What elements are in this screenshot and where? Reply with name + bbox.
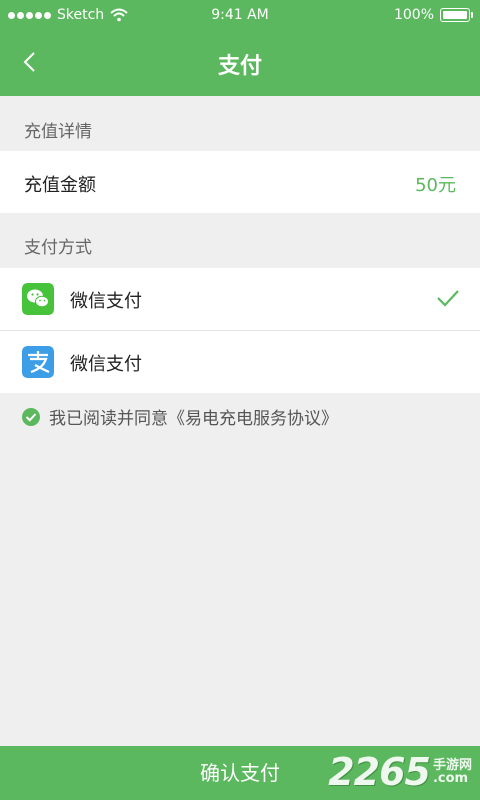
agreement-checkbox[interactable]: 我已阅读并同意《易电充电服务协议》 <box>22 404 338 429</box>
watermark-side: 手游网 .com <box>433 759 472 785</box>
page-title: 支付 <box>217 54 262 79</box>
watermark-number: 2265 <box>328 750 431 794</box>
watermark-logo: 2265 手游网 .com <box>328 748 472 796</box>
wechat-icon <box>22 283 54 315</box>
battery-percent: 100% <box>393 7 434 23</box>
status-right: 100% <box>393 7 473 23</box>
payment-methods-card: 微信支付 微信支付 <box>0 268 480 393</box>
payment-option-wechat[interactable]: 微信支付 <box>0 268 480 330</box>
checkbox-checked-icon <box>22 407 40 426</box>
nav-bar: 支付 <box>0 32 480 96</box>
recharge-section-label: 充值详情 <box>24 122 92 142</box>
payment-section-label: 支付方式 <box>24 238 92 258</box>
payment-option-name: 微信支付 <box>70 354 142 375</box>
amount-label: 充值金额 <box>24 175 96 196</box>
watermark-com: .com <box>432 771 469 786</box>
alipay-icon <box>22 346 54 378</box>
recharge-amount-card: 充值金额 50元 <box>0 151 480 213</box>
payment-option-name: 微信支付 <box>70 291 142 312</box>
status-bar: Sketch 9:41 AM 100% <box>0 0 480 32</box>
check-icon <box>437 290 459 307</box>
amount-value: 50元 <box>415 175 456 196</box>
payment-option-alipay[interactable]: 微信支付 <box>0 331 480 393</box>
agreement-text[interactable]: 我已阅读并同意《易电充电服务协议》 <box>49 404 338 429</box>
app-header: Sketch 9:41 AM 100% 支付 <box>0 0 480 96</box>
battery-icon <box>440 8 473 22</box>
